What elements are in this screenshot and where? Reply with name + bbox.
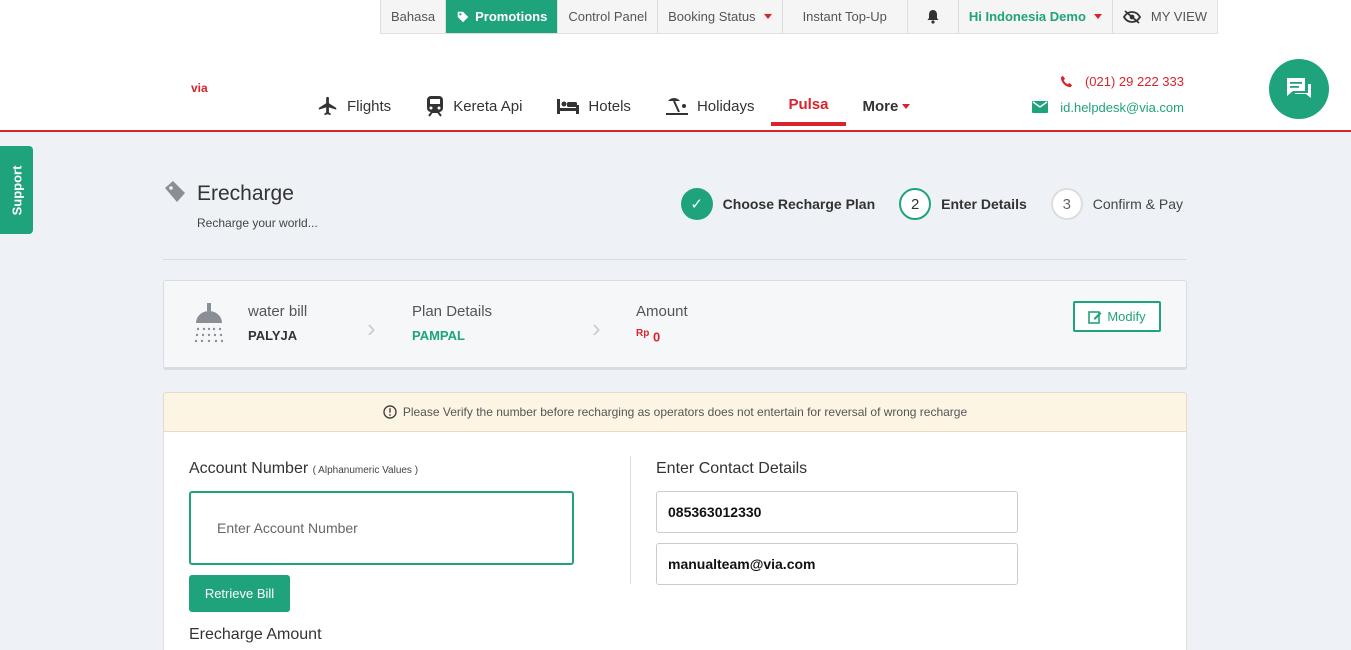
nav-pulsa[interactable]: Pulsa	[771, 86, 846, 126]
tag-icon	[165, 181, 185, 202]
step-confirm-pay: 3 Confirm & Pay	[1050, 188, 1183, 220]
eye-slash-icon	[1122, 9, 1141, 24]
promotions-link[interactable]: Promotions	[446, 0, 559, 33]
page-subtitle: Recharge your world...	[197, 216, 318, 230]
chat-icon	[1287, 78, 1311, 98]
plan-label: Plan Details	[412, 303, 493, 320]
caret-down-icon	[1093, 14, 1102, 19]
email-address: id.helpdesk@via.com	[1060, 99, 1184, 115]
beach-icon	[665, 98, 688, 115]
language-link[interactable]: Bahasa	[381, 0, 447, 33]
nav-label: More	[862, 97, 899, 115]
summary-category: water bill PALYJA	[248, 303, 307, 343]
retrieve-bill-button[interactable]: Retrieve Bill	[189, 575, 290, 612]
step-label: Confirm & Pay	[1092, 196, 1183, 212]
step-number: 3	[1050, 188, 1083, 220]
user-greeting: Hi Indonesia Demo	[968, 9, 1086, 24]
promotions-label: Promotions	[475, 9, 548, 24]
checkmark-icon: ✓	[680, 188, 713, 220]
account-hint: ( Alphanumeric Values )	[312, 465, 419, 476]
account-label-text: Account Number	[189, 460, 309, 477]
helpline-phone[interactable]: (021) 29 222 333	[1032, 68, 1184, 94]
summary-plan: Plan Details PAMPAL	[412, 303, 492, 343]
nav-flights[interactable]: Flights	[300, 86, 408, 126]
booking-status-label: Booking Status	[668, 9, 756, 24]
verify-notice: Please Verify the number before rechargi…	[163, 392, 1187, 432]
user-menu-dropdown[interactable]: Hi Indonesia Demo	[959, 0, 1113, 33]
bed-icon	[557, 99, 580, 114]
my-view-label: MY VIEW	[1150, 9, 1208, 24]
main-header: via Flights Kereta Api Hotels Holidays P…	[0, 34, 1351, 132]
phone-number: (021) 29 222 333	[1084, 73, 1184, 89]
chevron-right-icon: ›	[367, 313, 376, 343]
step-label: Enter Details	[941, 196, 1027, 212]
train-icon	[427, 96, 444, 117]
amount-number: 0	[652, 329, 661, 345]
category-label: water bill	[248, 303, 308, 320]
notice-text: Please Verify the number before rechargi…	[402, 405, 968, 419]
instant-topup-link[interactable]: Instant Top-Up	[783, 0, 908, 33]
caret-down-icon	[763, 14, 772, 19]
nav-label: Pulsa	[788, 95, 829, 113]
plan-value: PAMPAL	[412, 328, 465, 343]
booking-status-dropdown[interactable]: Booking Status	[658, 0, 783, 33]
envelope-icon	[1032, 101, 1049, 113]
column-divider	[630, 456, 631, 584]
recharge-summary: water bill PALYJA › Plan Details PAMPAL …	[163, 280, 1187, 370]
recharge-form: Account Number ( Alphanumeric Values ) R…	[163, 432, 1187, 650]
chevron-right-icon: ›	[592, 313, 601, 343]
step-label: Choose Recharge Plan	[722, 196, 876, 212]
step-choose-plan[interactable]: ✓ Choose Recharge Plan	[680, 188, 876, 220]
nav-label: Kereta Api	[453, 97, 523, 115]
category-value: PALYJA	[248, 328, 298, 343]
caret-down-icon	[902, 103, 911, 109]
main-nav: Flights Kereta Api Hotels Holidays Pulsa…	[300, 86, 927, 130]
amount-label: Amount	[636, 303, 688, 320]
account-number-input[interactable]	[189, 491, 574, 565]
my-view-toggle[interactable]: MY VIEW	[1113, 0, 1217, 33]
tag-icon	[457, 11, 469, 22]
progress-steps: ✓ Choose Recharge Plan 2 Enter Details 3…	[680, 188, 1183, 220]
edit-icon	[1088, 310, 1102, 324]
currency-symbol: Rp	[636, 328, 650, 339]
support-label: Support	[9, 165, 25, 215]
phone-icon	[1060, 75, 1073, 87]
top-utility-bar: Bahasa Promotions Control Panel Booking …	[380, 0, 1219, 34]
nav-label: Flights	[347, 97, 392, 115]
support-tab[interactable]: Support	[0, 146, 33, 234]
amount-value: Rp 0	[636, 328, 688, 344]
email-field[interactable]	[656, 543, 1018, 585]
control-panel-link[interactable]: Control Panel	[558, 0, 659, 33]
nav-label: Holidays	[696, 97, 755, 115]
modify-label: Modify	[1107, 309, 1146, 324]
page-title: Erecharge	[197, 182, 294, 205]
nav-hotels[interactable]: Hotels	[539, 86, 648, 126]
step-enter-details: 2 Enter Details	[899, 188, 1027, 220]
contact-info: (021) 29 222 333 id.helpdesk@via.com	[1032, 68, 1184, 120]
shower-icon	[194, 303, 224, 343]
nav-label: Hotels	[588, 97, 631, 115]
nav-kereta-api[interactable]: Kereta Api	[408, 86, 539, 126]
notifications-button[interactable]	[908, 0, 959, 33]
page-header: Erecharge Recharge your world... ✓ Choos…	[163, 178, 1187, 260]
nav-holidays[interactable]: Holidays	[648, 86, 772, 126]
helpdesk-email[interactable]: id.helpdesk@via.com	[1032, 94, 1184, 120]
erecharge-amount-label: Erecharge Amount	[189, 626, 322, 643]
account-number-label: Account Number ( Alphanumeric Values )	[189, 460, 418, 478]
nav-more[interactable]: More	[846, 86, 928, 126]
chat-button[interactable]	[1269, 59, 1329, 119]
bell-icon	[927, 10, 939, 24]
plane-icon	[318, 96, 337, 116]
step-number: 2	[899, 188, 932, 220]
modify-button[interactable]: Modify	[1073, 301, 1161, 332]
via-logo[interactable]: via	[191, 81, 208, 95]
phone-field[interactable]	[656, 491, 1018, 533]
info-circle-icon	[383, 405, 397, 419]
contact-details-label: Enter Contact Details	[656, 460, 808, 477]
summary-amount: Amount Rp 0	[636, 303, 688, 344]
